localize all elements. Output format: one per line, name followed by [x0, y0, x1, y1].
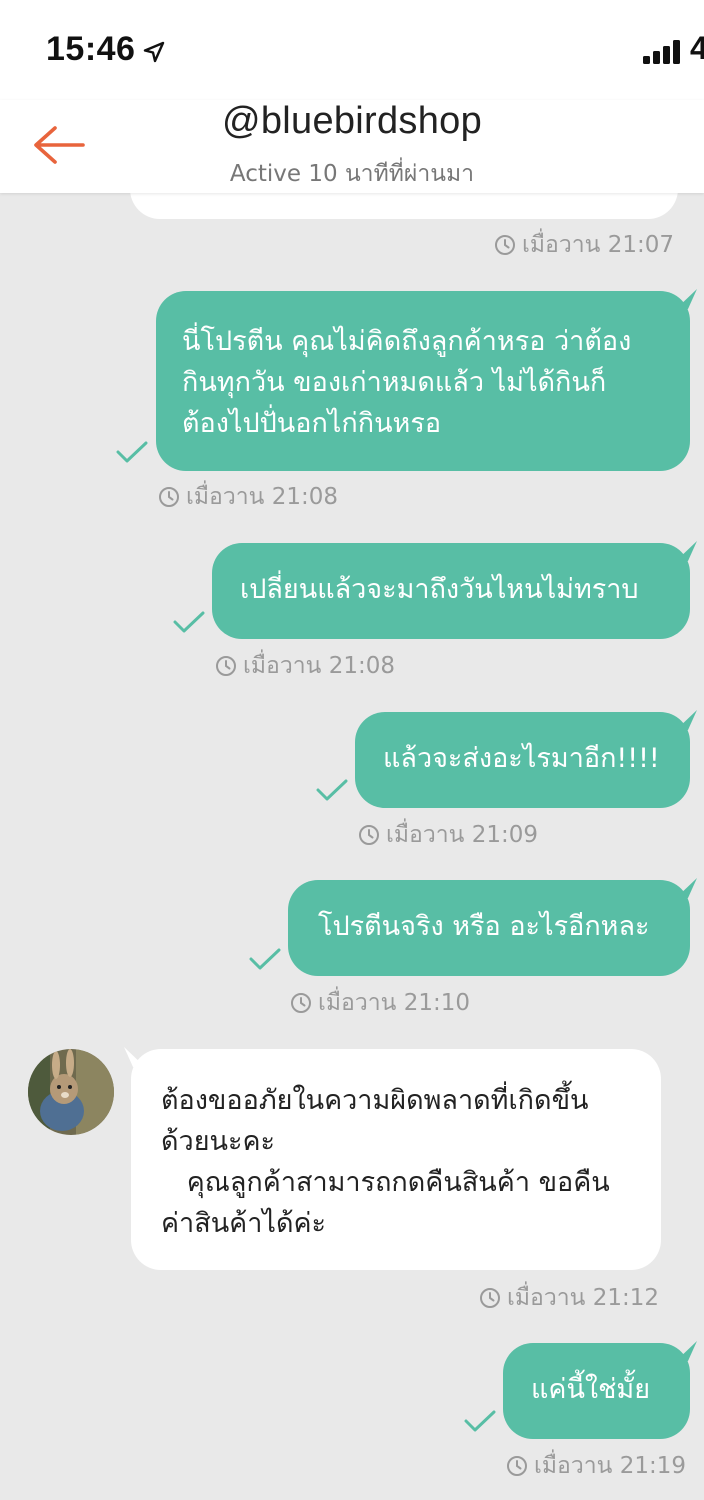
sent-check-icon: [116, 441, 148, 463]
timestamp-text: เมื่อวาน 21:08: [186, 484, 338, 510]
message-text: นี่โปรตีน คุณไม่คิดถึงลูกค้าหรอ ว่าต้อง …: [182, 326, 632, 439]
clock-icon: [216, 656, 236, 676]
message-timestamp: เมื่อวาน 21:07: [494, 230, 674, 260]
network-type-label: 4: [690, 30, 704, 66]
bubble-tail: [676, 289, 697, 309]
message-bubble-outgoing[interactable]: แล้วจะส่งอะไรมาอีก!!!!: [355, 712, 690, 808]
location-arrow-icon: [143, 41, 165, 63]
sent-check-icon: [249, 948, 281, 970]
message-text: เปลี่ยนแล้วจะมาถึงวันไหนไม่ทราบ: [240, 574, 639, 605]
message-bubble-outgoing[interactable]: เปลี่ยนแล้วจะมาถึงวันไหนไม่ทราบ: [212, 543, 690, 639]
timestamp-text: เมื่อวาน 21:19: [534, 1453, 686, 1479]
message-bubble-outgoing[interactable]: นี่โปรตีน คุณไม่คิดถึงลูกค้าหรอ ว่าต้อง …: [156, 291, 690, 471]
message-timestamp: เมื่อวาน 21:09: [358, 820, 538, 850]
sent-check-icon: [173, 611, 205, 633]
sent-check-icon: [464, 1410, 496, 1432]
message-timestamp: เมื่อวาน 21:12: [479, 1283, 659, 1313]
timestamp-text: เมื่อวาน 21:09: [386, 822, 538, 848]
chat-message-list[interactable]: เมื่อวาน 21:07 นี่โปรตีน คุณไม่คิดถึงลูก…: [0, 133, 704, 1500]
timestamp-text: เมื่อวาน 21:10: [318, 990, 470, 1016]
active-status: Active 10 นาทีที่ผ่านมา: [229, 161, 475, 187]
clock-icon: [495, 235, 515, 255]
bubble-tail: [676, 710, 697, 730]
timestamp-text: เมื่อวาน 21:08: [243, 653, 395, 679]
clock-icon: [359, 825, 379, 845]
sent-check-icon: [316, 779, 348, 801]
message-bubble-outgoing[interactable]: แค่นี้ใช่มั้ย: [503, 1343, 690, 1439]
chat-header: @bluebirdshop Active 10 นาทีที่ผ่านมา: [0, 100, 704, 193]
message-timestamp: เมื่อวาน 21:10: [290, 988, 470, 1018]
bubble-tail: [676, 541, 697, 561]
shop-avatar[interactable]: [28, 1049, 114, 1135]
message-timestamp: เมื่อวาน 21:19: [506, 1451, 686, 1481]
message-text: แล้วจะส่งอะไรมาอีก!!!!: [383, 743, 660, 774]
status-time: 15:46: [46, 30, 136, 68]
message-timestamp: เมื่อวาน 21:08: [215, 651, 395, 681]
message-text: ต้องขออภัยในความผิดพลาดที่เกิดขึ้น ด้วยน…: [161, 1085, 610, 1239]
message-bubble-outgoing[interactable]: โปรตีนจริง หรือ อะไรอีกหละ: [288, 880, 690, 976]
clock-icon: [291, 993, 311, 1013]
bubble-tail: [124, 1047, 145, 1067]
clock-icon: [159, 487, 179, 507]
message-text: แค่นี้ใช่มั้ย: [531, 1374, 651, 1405]
timestamp-text: เมื่อวาน 21:07: [522, 232, 674, 258]
message-timestamp: เมื่อวาน 21:08: [158, 482, 338, 512]
bubble-tail: [676, 1341, 697, 1361]
message-text: โปรตีนจริง หรือ อะไรอีกหละ: [318, 911, 650, 942]
rabbit-avatar-icon: [28, 1049, 114, 1135]
bubble-tail: [676, 878, 697, 898]
clock-icon: [507, 1456, 527, 1476]
timestamp-text: เมื่อวาน 21:12: [507, 1285, 659, 1311]
shop-name-title: @bluebirdshop: [221, 100, 483, 142]
message-bubble-incoming[interactable]: ต้องขออภัยในความผิดพลาดที่เกิดขึ้น ด้วยน…: [131, 1049, 661, 1270]
clock-icon: [480, 1288, 500, 1308]
status-bar: 15:46 4: [0, 0, 704, 100]
signal-strength-icon: [643, 40, 680, 64]
